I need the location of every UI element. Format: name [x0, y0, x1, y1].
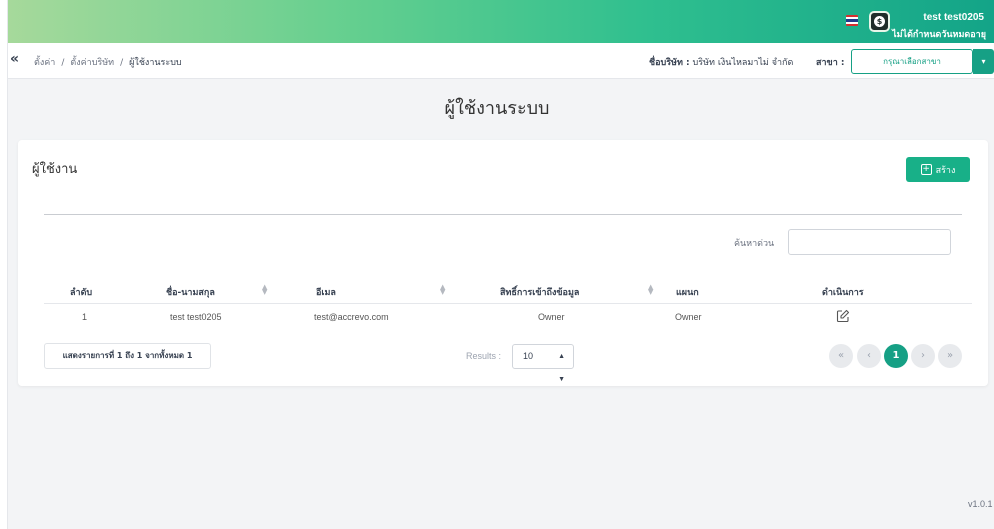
column-header-department[interactable]: แผนก [676, 285, 699, 299]
user-expiry-status: ไม่ได้กำหนดวันหมดอายุ [892, 30, 986, 40]
company-info: ชื่อบริษัท : บริษัท เงินไหลมาไม่ จำกัด [649, 55, 793, 69]
search-input[interactable] [788, 229, 951, 255]
cell-name: test test0205 [170, 312, 222, 322]
breadcrumb-item-company-settings[interactable]: ตั้งค่าบริษัท [70, 58, 114, 68]
pagination-page-1-button[interactable]: 1 [884, 344, 908, 368]
plus-icon: + [920, 164, 932, 175]
pagination-prev-button[interactable]: ‹ [857, 344, 881, 368]
company-name: บริษัท เงินไหลมาไม่ จำกัด [692, 58, 794, 68]
results-value: 10 [523, 351, 534, 361]
left-strip [0, 0, 8, 529]
divider [44, 214, 962, 215]
pagination-first-button[interactable]: « [829, 344, 853, 368]
app-version: v1.0.1 [968, 499, 993, 509]
breadcrumb: ตั้งค่า / ตั้งค่าบริษัท / ผู้ใช้งานระบบ [34, 58, 182, 68]
branch-label: สาขา : [816, 58, 845, 68]
column-header-name[interactable]: ชื่อ-นามสกุล [166, 285, 215, 299]
app-icon[interactable]: $ [869, 11, 890, 32]
table-header-divider [44, 303, 972, 304]
company-label: ชื่อบริษัท : [649, 58, 690, 68]
branch-select[interactable]: กรุณาเลือกสาขา [851, 49, 973, 74]
sort-icon[interactable]: ▲ ▼ [262, 284, 267, 296]
column-header-actions: ดำเนินการ [822, 288, 864, 298]
column-header-index[interactable]: ลำดับ [70, 285, 92, 299]
page-title: ผู้ใช้งานระบบ [444, 98, 550, 119]
table-info: แสดงรายการที่ 1 ถึง 1 จากทั้งหมด 1 [44, 343, 211, 369]
branch-dropdown-chevron-icon[interactable]: ▾ [973, 49, 994, 74]
user-name[interactable]: test test0205 [923, 12, 984, 23]
top-header: $ test test0205 ไม่ได้กำหนดวันหมดอายุ [8, 0, 994, 43]
column-header-access[interactable]: สิทธิ์การเข้าถึงข้อมูล [500, 285, 579, 299]
sort-icon[interactable]: ▲ ▼ [440, 284, 445, 296]
results-per-page-select[interactable]: 10 ▲ ▼ [512, 344, 574, 383]
sub-header: « ตั้งค่า / ตั้งค่าบริษัท / ผู้ใช้งานระบบ ชื… [8, 43, 994, 79]
cell-index: 1 [82, 312, 88, 322]
column-header-email[interactable]: อีเมล [316, 285, 336, 299]
card-title: ผู้ใช้งาน [32, 162, 78, 177]
cell-department: Owner [675, 312, 702, 322]
collapse-sidebar-icon[interactable]: « [10, 51, 19, 67]
select-caret-icon: ▲ ▼ [558, 353, 565, 383]
cell-email: test@accrevo.com [314, 312, 389, 322]
users-card: ผู้ใช้งาน + สร้าง ค้นหาด่วน ลำดับ ชื่อ-น… [18, 140, 988, 386]
pagination-next-button[interactable]: › [911, 344, 935, 368]
create-button[interactable]: + สร้าง [906, 157, 970, 182]
cell-access: Owner [538, 312, 565, 322]
pagination-last-button[interactable]: » [938, 344, 962, 368]
breadcrumb-item-system-users: ผู้ใช้งานระบบ [129, 58, 182, 68]
create-button-label: สร้าง [935, 165, 956, 176]
results-label: Results : [466, 351, 502, 361]
search-label: ค้นหาด่วน [734, 239, 775, 249]
breadcrumb-item-settings[interactable]: ตั้งค่า [34, 58, 55, 68]
edit-icon[interactable] [836, 309, 850, 323]
thai-flag-icon[interactable] [846, 15, 858, 26]
sort-icon[interactable]: ▲ ▼ [648, 284, 653, 296]
